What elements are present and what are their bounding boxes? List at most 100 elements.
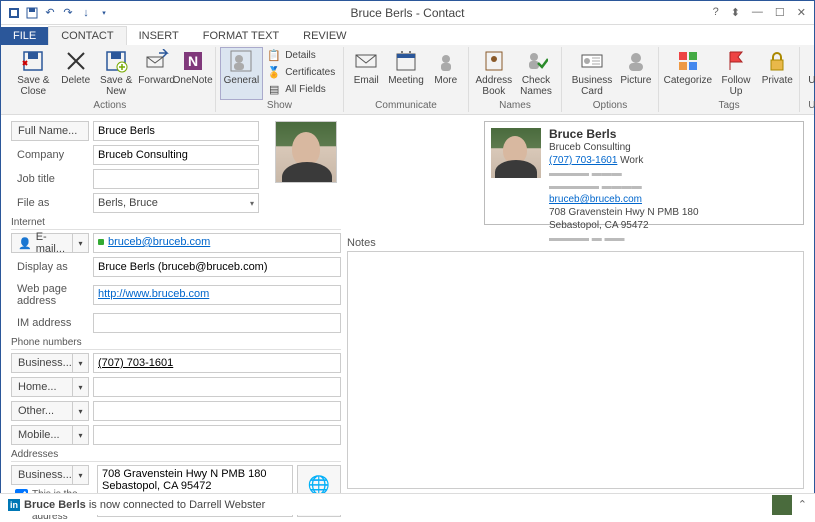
general-button[interactable]: General: [220, 47, 264, 100]
addr-business-button[interactable]: Business...: [11, 465, 73, 485]
phone-mobile-field[interactable]: [93, 425, 341, 445]
business-card-button[interactable]: Business Card: [566, 47, 618, 100]
app-icon: [7, 6, 21, 20]
card-addr2: Sebastopol, CA 95472: [549, 219, 699, 232]
section-internet: Internet: [11, 217, 341, 230]
save-icon[interactable]: [25, 6, 39, 20]
im-label: IM address: [11, 315, 89, 331]
all-fields-button[interactable]: ▤All Fields: [263, 81, 339, 97]
group-actions-label: Actions: [9, 100, 211, 112]
tab-file[interactable]: FILE: [1, 27, 48, 45]
meeting-button[interactable]: Meeting: [384, 47, 428, 100]
phone-other-button[interactable]: Other...: [11, 401, 73, 421]
check-names-button[interactable]: Check Names: [515, 47, 557, 100]
company-label: Company: [11, 147, 89, 163]
phone-home-dropdown[interactable]: ▾: [73, 377, 89, 397]
card-photo: [491, 128, 541, 178]
down-arrow-icon[interactable]: ↓: [79, 6, 93, 20]
phone-home-button[interactable]: Home...: [11, 377, 73, 397]
section-phone: Phone numbers: [11, 337, 341, 350]
presence-icon: [98, 239, 104, 245]
onenote-button[interactable]: NOneNote: [175, 47, 211, 100]
card-addr1: 708 Gravenstein Hwy N PMB 180: [549, 206, 699, 219]
email-type-dropdown[interactable]: ▾: [73, 233, 89, 253]
save-new-button[interactable]: Save & New: [94, 47, 139, 100]
phone-home-field[interactable]: [93, 377, 341, 397]
phone-business-button[interactable]: Business...: [11, 353, 73, 373]
company-field[interactable]: [93, 145, 259, 165]
save-close-button[interactable]: Save & Close: [9, 47, 58, 100]
ribbon: Save & Close Delete Save & New Forward N…: [1, 45, 814, 115]
ribbon-options-icon[interactable]: ⬍: [731, 6, 740, 19]
forward-button[interactable]: Forward: [139, 47, 175, 100]
group-names-label: Names: [473, 100, 557, 112]
phone-mobile-button[interactable]: Mobile...: [11, 425, 73, 445]
certificates-button[interactable]: 🏅Certificates: [263, 64, 339, 80]
group-tags-label: Tags: [663, 100, 795, 112]
follow-up-button[interactable]: Follow Up: [713, 47, 760, 100]
job-title-field[interactable]: [93, 169, 259, 189]
ribbon-tabs: FILE CONTACT INSERT FORMAT TEXT REVIEW: [1, 25, 814, 45]
person-icon: 👤: [18, 237, 32, 250]
card-info: Bruce Berls Bruceb Consulting (707) 703-…: [549, 128, 699, 218]
phone-business-dropdown[interactable]: ▾: [73, 353, 89, 373]
undo-icon[interactable]: ↶: [43, 6, 57, 20]
help-icon[interactable]: ?: [713, 6, 719, 19]
address-book-button[interactable]: Address Book: [473, 47, 515, 100]
qat-options-icon[interactable]: ▾: [97, 6, 111, 20]
section-addresses: Addresses: [11, 449, 341, 462]
group-options-label: Options: [566, 100, 654, 112]
people-pane-toggle[interactable]: ⌃: [798, 498, 807, 511]
svg-text:N: N: [188, 53, 198, 69]
card-name: Bruce Berls: [549, 128, 699, 141]
file-as-label: File as: [11, 195, 89, 211]
private-button[interactable]: Private: [759, 47, 795, 100]
status-bar: in Bruce Berls is now connected to Darre…: [0, 493, 815, 515]
window-title: Bruce Berls - Contact: [350, 6, 464, 20]
delete-button[interactable]: Delete: [58, 47, 94, 100]
addr-business-dropdown[interactable]: ▾: [73, 465, 89, 485]
card-phone: (707) 703-1601: [549, 155, 617, 166]
quick-access-toolbar: ↶ ↷ ↓ ▾: [1, 6, 111, 20]
title-bar: ↶ ↷ ↓ ▾ Bruce Berls - Contact ? ⬍ — ☐ ✕: [1, 1, 814, 25]
im-field[interactable]: [93, 313, 341, 333]
display-as-label: Display as: [11, 259, 89, 275]
job-title-label: Job title: [11, 171, 89, 187]
picture-button[interactable]: Picture: [618, 47, 654, 100]
phone-other-field[interactable]: [93, 401, 341, 421]
redo-icon[interactable]: ↷: [61, 6, 75, 20]
group-update-label: Update: [804, 100, 815, 112]
business-card-preview[interactable]: Bruce Berls Bruceb Consulting (707) 703-…: [484, 121, 804, 225]
full-name-field[interactable]: [93, 121, 259, 141]
file-as-combo[interactable]: Berls, Bruce: [93, 193, 259, 213]
display-as-field[interactable]: [93, 257, 341, 277]
web-field[interactable]: http://www.bruceb.com: [93, 285, 341, 305]
maximize-icon[interactable]: ☐: [775, 6, 785, 19]
contact-photo[interactable]: [275, 121, 337, 183]
group-communicate-label: Communicate: [348, 100, 464, 112]
email-type-button[interactable]: 👤E-mail...: [11, 233, 73, 253]
contact-form: Bruce Berls Bruceb Consulting (707) 703-…: [1, 115, 814, 485]
group-show-label: Show: [220, 100, 340, 112]
categorize-button[interactable]: Categorize: [663, 47, 713, 100]
details-button[interactable]: 📋Details: [263, 47, 339, 63]
tab-format-text[interactable]: FORMAT TEXT: [191, 27, 291, 45]
email-button[interactable]: Email: [348, 47, 384, 100]
card-company: Bruceb Consulting: [549, 141, 699, 154]
full-name-button[interactable]: Full Name...: [11, 121, 89, 141]
phone-other-dropdown[interactable]: ▾: [73, 401, 89, 421]
update-button[interactable]: Update: [804, 47, 815, 100]
minimize-icon[interactable]: —: [752, 6, 763, 19]
tab-review[interactable]: REVIEW: [291, 27, 358, 45]
linkedin-icon: in: [8, 499, 20, 511]
phone-mobile-dropdown[interactable]: ▾: [73, 425, 89, 445]
tab-contact[interactable]: CONTACT: [48, 26, 126, 45]
notes-field[interactable]: [347, 251, 804, 489]
more-button[interactable]: More: [428, 47, 464, 100]
tab-insert[interactable]: INSERT: [127, 27, 191, 45]
close-icon[interactable]: ✕: [797, 6, 806, 19]
phone-business-field[interactable]: [93, 353, 341, 373]
email-field[interactable]: bruceb@bruceb.com: [93, 233, 341, 253]
status-photo[interactable]: [772, 495, 792, 515]
web-label: Web page address: [11, 281, 89, 309]
